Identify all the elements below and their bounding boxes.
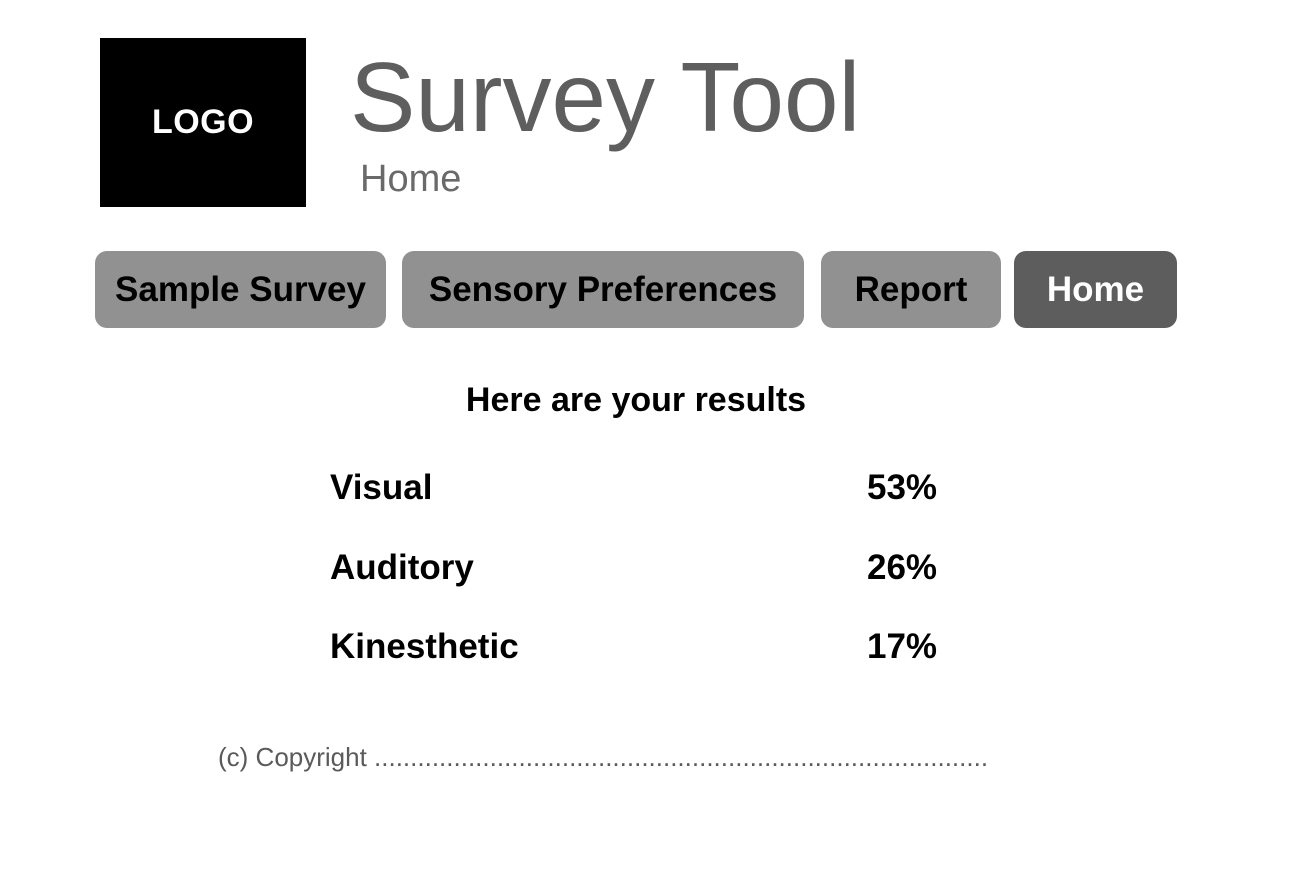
result-label: Auditory [330,548,474,587]
results-heading: Here are your results [465,381,807,419]
logo: LOGO [100,38,306,207]
result-row-visual: Visual 53% [330,468,950,512]
result-value: 26% [867,548,938,587]
sensory-preferences-button[interactable]: Sensory Preferences [402,251,804,328]
sample-survey-button[interactable]: Sample Survey [95,251,386,328]
app-title: Survey Tool [350,42,861,152]
result-label: Visual [330,468,433,507]
copyright-footer: (c) Copyright ..........................… [218,742,989,772]
page-subtitle: Home [360,158,462,200]
report-button[interactable]: Report [821,251,1001,328]
logo-text: LOGO [151,103,255,141]
result-value: 53% [867,468,938,507]
home-button[interactable]: Home [1014,251,1177,328]
result-value: 17% [867,627,938,666]
result-label: Kinesthetic [330,627,519,666]
result-row-kinesthetic: Kinesthetic 17% [330,627,950,671]
result-row-auditory: Auditory 26% [330,548,950,592]
